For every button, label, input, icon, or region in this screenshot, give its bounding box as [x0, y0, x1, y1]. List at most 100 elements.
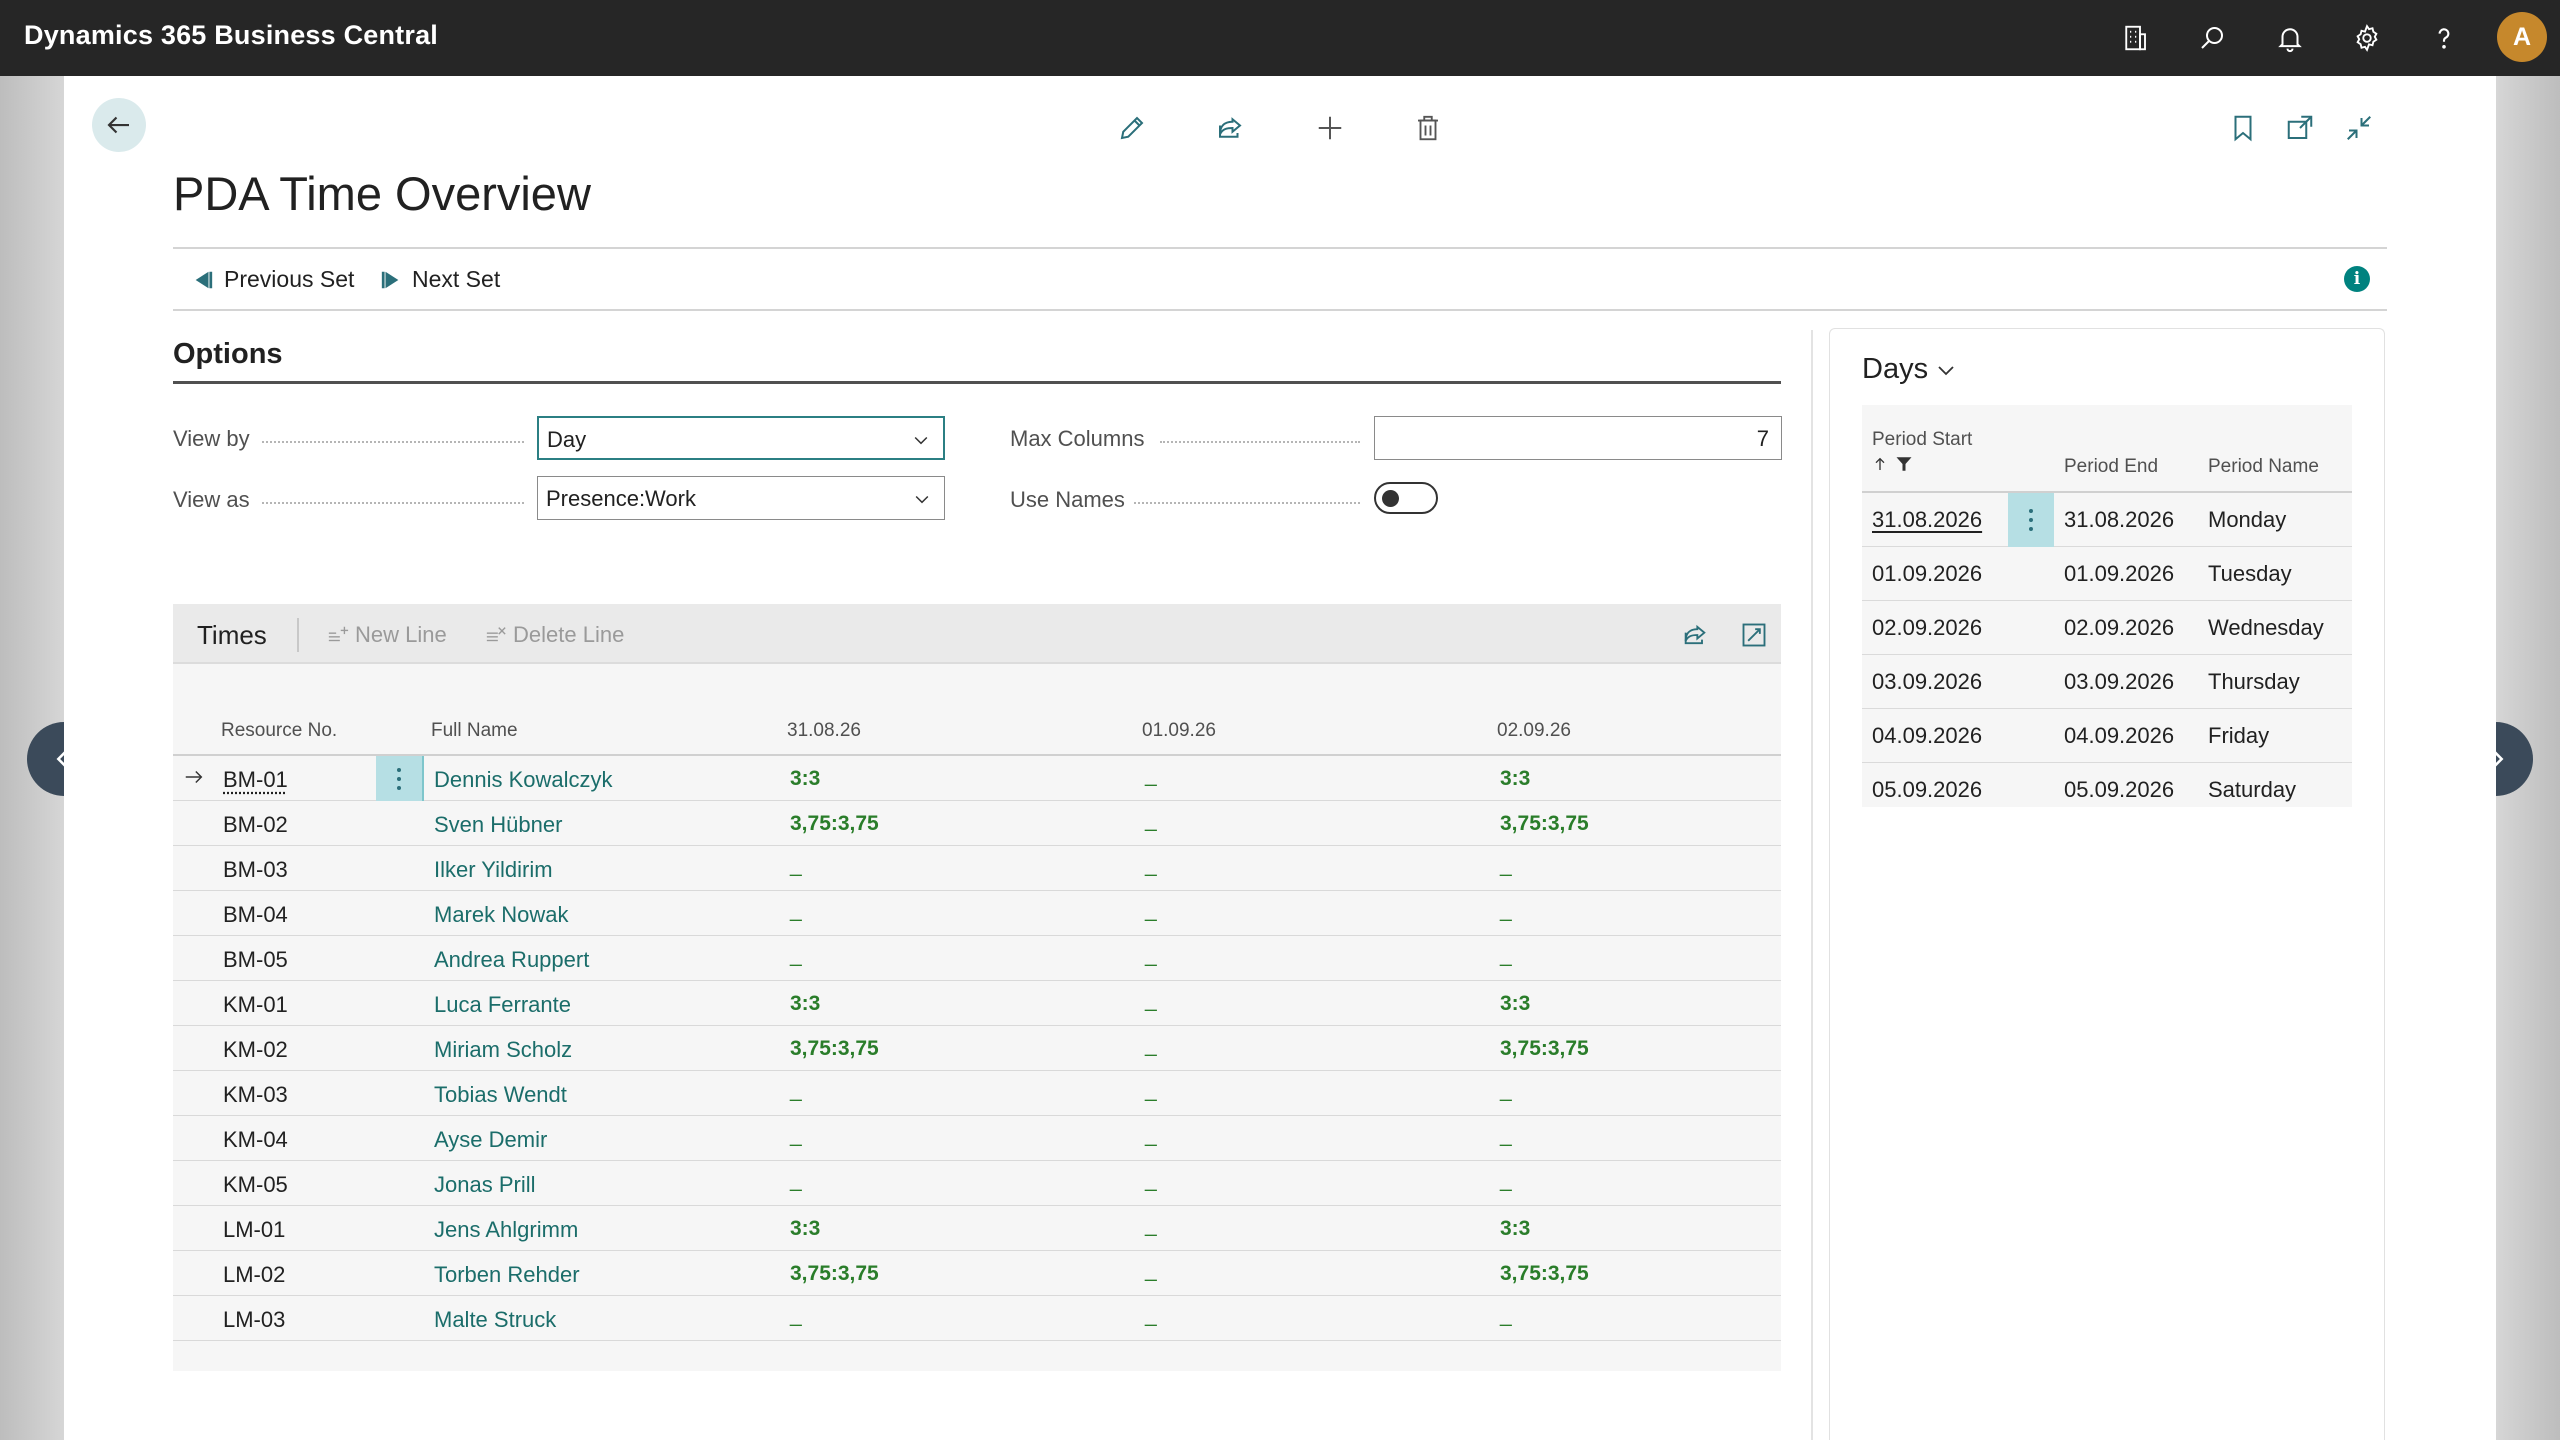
day-value[interactable]: _: [1500, 854, 1512, 878]
table-row[interactable]: BM-02 Sven Hübner 3,75:3,75 _ 3,75:3,75: [173, 801, 1781, 846]
share-part-button[interactable]: [1678, 618, 1712, 652]
col-full-name[interactable]: Full Name: [431, 720, 518, 742]
day-value[interactable]: 3,75:3,75: [1500, 812, 1589, 836]
period-start[interactable]: 03.09.2026: [1872, 669, 1982, 695]
col-resource-no[interactable]: Resource No.: [221, 720, 337, 742]
period-start[interactable]: 04.09.2026: [1872, 723, 1982, 749]
options-section-title[interactable]: Options: [173, 338, 283, 371]
use-names-toggle[interactable]: [1374, 482, 1438, 514]
help-icon[interactable]: [2424, 18, 2464, 58]
period-name[interactable]: Friday: [2208, 723, 2269, 749]
resource-no[interactable]: LM-02: [223, 1262, 285, 1288]
day-value[interactable]: _: [1145, 1169, 1157, 1193]
days-row[interactable]: 03.09.2026 03.09.2026 Thursday: [1862, 655, 2352, 709]
days-row[interactable]: 01.09.2026 01.09.2026 Tuesday: [1862, 547, 2352, 601]
full-name[interactable]: Ilker Yildirim: [434, 857, 553, 883]
table-row[interactable]: LM-02 Torben Rehder 3,75:3,75 _ 3,75:3,7…: [173, 1251, 1781, 1296]
next-set-action[interactable]: Next Set: [380, 266, 500, 293]
day-value[interactable]: _: [1500, 1079, 1512, 1103]
col-period-end[interactable]: Period End: [2064, 456, 2158, 478]
full-name[interactable]: Miriam Scholz: [434, 1037, 572, 1063]
full-name[interactable]: Torben Rehder: [434, 1262, 580, 1288]
resource-no[interactable]: BM-02: [223, 812, 288, 838]
resource-no[interactable]: KM-02: [223, 1037, 288, 1063]
day-value[interactable]: _: [1500, 1169, 1512, 1193]
search-icon[interactable]: [2192, 18, 2232, 58]
day-value[interactable]: _: [790, 1079, 802, 1103]
full-name[interactable]: Ayse Demir: [434, 1127, 547, 1153]
day-value[interactable]: _: [1500, 1304, 1512, 1328]
day-value[interactable]: 3:3: [790, 992, 820, 1016]
day-value[interactable]: _: [1145, 989, 1157, 1013]
day-value[interactable]: 3:3: [790, 1217, 820, 1241]
company-icon[interactable]: [2115, 18, 2155, 58]
resource-no[interactable]: LM-01: [223, 1217, 285, 1243]
day-value[interactable]: _: [1500, 1124, 1512, 1148]
table-row[interactable]: BM-03 Ilker Yildirim _ _ _: [173, 846, 1781, 891]
period-end[interactable]: 01.09.2026: [2064, 561, 2174, 587]
day-value[interactable]: 3,75:3,75: [1500, 1037, 1589, 1061]
full-name[interactable]: Jonas Prill: [434, 1172, 535, 1198]
day-value[interactable]: _: [1145, 854, 1157, 878]
expand-part-button[interactable]: [1737, 618, 1771, 652]
period-start[interactable]: 05.09.2026: [1872, 777, 1982, 803]
resource-no[interactable]: LM-03: [223, 1307, 285, 1333]
period-end[interactable]: 05.09.2026: [2064, 777, 2174, 803]
day-value[interactable]: _: [1500, 944, 1512, 968]
table-row[interactable]: KM-02 Miriam Scholz 3,75:3,75 _ 3,75:3,7…: [173, 1026, 1781, 1071]
app-title[interactable]: Dynamics 365 Business Central: [24, 20, 438, 51]
resource-no[interactable]: KM-05: [223, 1172, 288, 1198]
day-value[interactable]: _: [790, 899, 802, 923]
full-name[interactable]: Jens Ahlgrimm: [434, 1217, 578, 1243]
delete-line-action[interactable]: Delete Line: [485, 622, 624, 648]
period-end[interactable]: 03.09.2026: [2064, 669, 2174, 695]
day-value[interactable]: 3,75:3,75: [1500, 1262, 1589, 1286]
full-name[interactable]: Tobias Wendt: [434, 1082, 567, 1108]
period-end[interactable]: 02.09.2026: [2064, 615, 2174, 641]
table-row[interactable]: LM-03 Malte Struck _ _ _: [173, 1296, 1781, 1341]
new-line-action[interactable]: New Line: [327, 622, 447, 648]
row-actions-button[interactable]: [2008, 493, 2054, 547]
period-name[interactable]: Monday: [2208, 507, 2286, 533]
edit-button[interactable]: [1112, 108, 1152, 148]
day-value[interactable]: _: [1145, 1214, 1157, 1238]
day-value[interactable]: 3:3: [790, 767, 820, 791]
col-date-1[interactable]: 31.08.26: [787, 720, 861, 742]
delete-button[interactable]: [1408, 108, 1448, 148]
day-value[interactable]: _: [1145, 1079, 1157, 1103]
day-value[interactable]: 3,75:3,75: [790, 1037, 879, 1061]
sort-filter-indicator[interactable]: [1872, 455, 1914, 473]
table-row[interactable]: BM-04 Marek Nowak _ _ _: [173, 891, 1781, 936]
day-value[interactable]: 3,75:3,75: [790, 1262, 879, 1286]
period-name[interactable]: Wednesday: [2208, 615, 2324, 641]
table-row[interactable]: KM-04 Ayse Demir _ _ _: [173, 1116, 1781, 1161]
notifications-bell-icon[interactable]: [2270, 18, 2310, 58]
resource-no[interactable]: BM-03: [223, 857, 288, 883]
previous-set-action[interactable]: Previous Set: [192, 266, 354, 293]
bookmark-button[interactable]: [2223, 108, 2263, 148]
day-value[interactable]: 3:3: [1500, 1217, 1530, 1241]
day-value[interactable]: _: [1145, 764, 1157, 788]
settings-gear-icon[interactable]: [2347, 18, 2387, 58]
day-value[interactable]: _: [1145, 1259, 1157, 1283]
table-row[interactable]: KM-05 Jonas Prill _ _ _: [173, 1161, 1781, 1206]
day-value[interactable]: 3,75:3,75: [790, 812, 879, 836]
day-value[interactable]: _: [1145, 899, 1157, 923]
user-avatar[interactable]: A: [2497, 12, 2547, 62]
full-name[interactable]: Andrea Ruppert: [434, 947, 589, 973]
day-value[interactable]: _: [1500, 899, 1512, 923]
table-row[interactable]: KM-01 Luca Ferrante 3:3 _ 3:3: [173, 981, 1781, 1026]
share-button[interactable]: [1210, 108, 1250, 148]
table-row[interactable]: BM-05 Andrea Ruppert _ _ _: [173, 936, 1781, 981]
day-value[interactable]: 3:3: [1500, 992, 1530, 1016]
col-date-3[interactable]: 02.09.26: [1497, 720, 1571, 742]
row-actions-button[interactable]: [376, 756, 422, 801]
resource-no[interactable]: KM-03: [223, 1082, 288, 1108]
day-value[interactable]: _: [790, 1124, 802, 1148]
resource-no[interactable]: BM-05: [223, 947, 288, 973]
open-new-window-button[interactable]: [2280, 108, 2320, 148]
day-value[interactable]: _: [1145, 944, 1157, 968]
days-row[interactable]: 02.09.2026 02.09.2026 Wednesday: [1862, 601, 2352, 655]
info-icon[interactable]: i: [2344, 266, 2370, 292]
back-button[interactable]: [92, 98, 146, 152]
